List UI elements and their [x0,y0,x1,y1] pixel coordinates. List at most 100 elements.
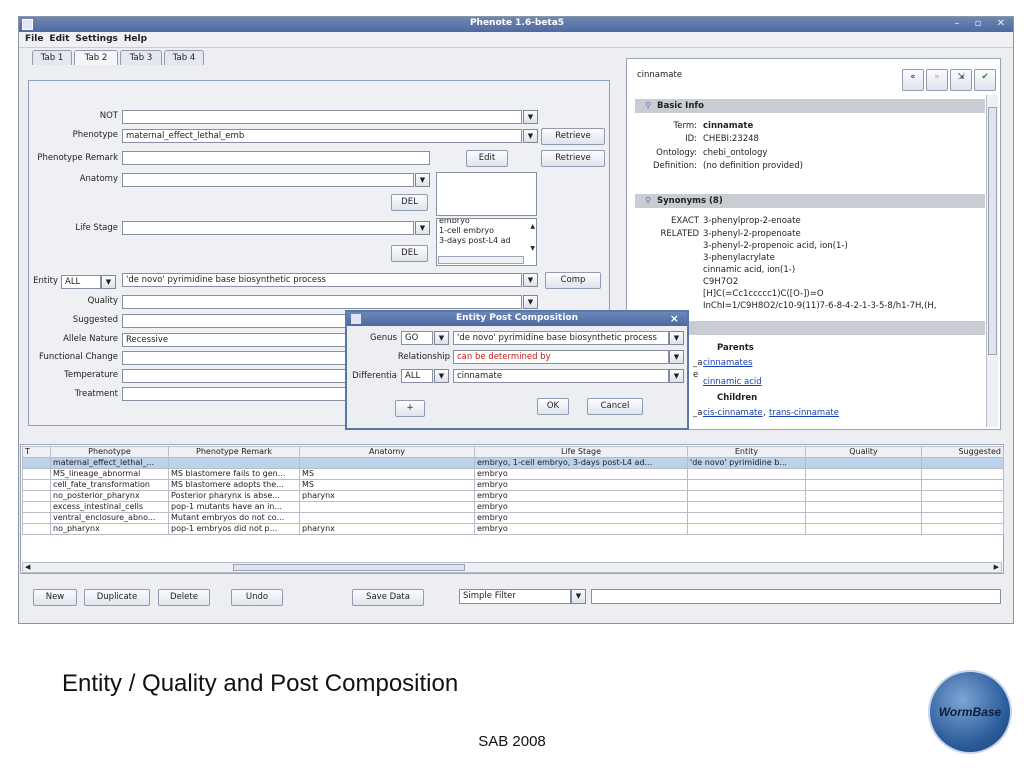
life-stage-scroll-down[interactable]: ▼ [530,244,535,254]
table-cell[interactable]: MS [299,479,475,491]
table-cell[interactable]: pop-1 mutants have an in... [168,501,300,513]
menu-edit[interactable]: Edit [49,34,69,44]
retrieve-button[interactable]: Retrieve [541,128,605,145]
table-cell[interactable] [921,457,1004,469]
life-stage-item[interactable]: 1-cell embryo [439,226,536,236]
table-cell[interactable] [921,468,1004,480]
life-stage-scroll-up[interactable]: ▲ [530,222,535,232]
genus-ontology-field[interactable]: GO [401,331,433,345]
table-row[interactable]: excess_intestinal_cells pop-1 mutants hav… [22,501,1004,513]
table-row[interactable]: cell_fate_transformation MS blastomere ad… [22,479,1004,491]
table-cell[interactable] [805,523,922,535]
table-cell[interactable]: embryo [474,523,688,535]
tab-2[interactable]: Tab 2 [74,50,118,65]
table-cell[interactable] [22,457,51,469]
table-cell[interactable] [921,512,1004,524]
table-cell[interactable]: no_pharynx [50,523,169,535]
table-cell[interactable]: embryo [474,512,688,524]
table-cell[interactable] [805,501,922,513]
table-row[interactable]: no_posterior_pharynx Posterior pharynx is… [22,490,1004,502]
ok-button[interactable]: OK [537,398,569,415]
close-icon[interactable]: × [670,312,679,325]
info-scrollbar[interactable] [986,95,998,427]
table-cell[interactable]: embryo [474,479,688,491]
table-cell[interactable] [22,501,51,513]
column-header[interactable]: Phenotype Remark [168,446,300,458]
entity-ontology-field[interactable]: ALL [61,275,101,289]
table-cell[interactable]: 'de novo' pyrimidine b... [687,457,806,469]
table-cell[interactable] [921,490,1004,502]
anatomy-del-button[interactable]: DEL [391,194,428,211]
differentia-field[interactable]: cinnamate [453,369,669,383]
table-cell[interactable] [687,501,806,513]
table-cell[interactable] [22,512,51,524]
new-button[interactable]: New [33,589,77,606]
basic-info-header[interactable]: ⚲ Basic Info [635,99,985,113]
back-button[interactable]: « [902,69,924,91]
table-cell[interactable]: embryo, 1-cell embryo, 3-days post-L4 ad… [474,457,688,469]
table-cell[interactable]: MS [299,468,475,480]
genus-field[interactable]: 'de novo' pyrimidine base biosynthetic p… [453,331,669,345]
table-cell[interactable] [921,523,1004,535]
table-cell[interactable] [22,490,51,502]
table-hscroll[interactable]: ◀ ▶ [22,562,1002,573]
anatomy-dropdown[interactable]: ▼ [415,173,430,187]
table-row[interactable]: ventral_enclosure_abno... Mutant embryos … [22,512,1004,524]
phenotype-field[interactable]: maternal_effect_lethal_emb [122,129,522,143]
duplicate-button[interactable]: Duplicate [84,589,150,606]
synonyms-header[interactable]: ⚲ Synonyms (8) [635,194,985,208]
filter-type-field[interactable]: Simple Filter [459,589,571,604]
table-row[interactable]: no_pharynx pop-1 embryos did not p... phar… [22,523,1004,535]
column-header[interactable]: Phenotype [50,446,169,458]
column-header[interactable]: Suggested [921,446,1004,458]
table-row[interactable]: maternal_effect_lethal_... embryo, 1-cell… [22,457,1004,469]
table-cell[interactable]: cell_fate_transformation [50,479,169,491]
table-cell[interactable] [299,501,475,513]
filter-type-dropdown[interactable]: ▼ [571,589,586,604]
quality-field[interactable] [122,295,522,309]
edit-button[interactable]: Edit [466,150,508,167]
treatment-field[interactable] [122,387,347,401]
cancel-button[interactable]: Cancel [587,398,643,415]
column-header[interactable]: T [22,446,51,458]
table-cell[interactable] [687,490,806,502]
entity-dropdown[interactable]: ▼ [523,273,538,287]
table-cell[interactable] [805,468,922,480]
delete-button[interactable]: Delete [158,589,210,606]
differentia-dropdown[interactable]: ▼ [669,369,684,383]
table-cell[interactable]: embryo [474,501,688,513]
table-cell[interactable]: Posterior pharynx is abse... [168,490,300,502]
use-term-icon[interactable]: ⇲ [950,69,972,91]
table-cell[interactable]: MS_lineage_abnormal [50,468,169,480]
table-cell[interactable] [22,479,51,491]
table-cell[interactable]: excess_intestinal_cells [50,501,169,513]
anatomy-field[interactable] [122,173,414,187]
phenotype-remark-field[interactable] [122,151,430,165]
entity-ontology-dropdown[interactable]: ▼ [101,275,116,289]
table-cell[interactable] [805,512,922,524]
functional-change-field[interactable] [122,351,347,365]
table-cell[interactable] [299,512,475,524]
forward-button[interactable]: » [926,69,948,91]
phenotype-dropdown[interactable]: ▼ [523,129,538,143]
menu-settings[interactable]: Settings [75,34,117,44]
quality-dropdown[interactable]: ▼ [523,295,538,309]
temperature-field[interactable] [122,369,347,383]
entity-field[interactable]: 'de novo' pyrimidine base biosynthetic p… [122,273,522,287]
menu-help[interactable]: Help [124,34,147,44]
scroll-left-arrow[interactable]: ◀ [25,563,30,571]
save-data-button[interactable]: Save Data [352,589,424,606]
table-row[interactable]: MS_lineage_abnormal MS blastomere fails t… [22,468,1004,480]
table-cell[interactable] [805,490,922,502]
scroll-thumb[interactable] [233,564,465,571]
tab-3[interactable]: Tab 3 [120,50,162,65]
table-cell[interactable]: Mutant embryos do not co... [168,512,300,524]
table-cell[interactable] [299,457,475,469]
scroll-thumb[interactable] [988,107,997,355]
term-search-field[interactable]: cinnamate [637,70,682,80]
life-stage-del-button[interactable]: DEL [391,245,428,262]
column-header[interactable]: Anatomy [299,446,475,458]
relationship-dropdown[interactable]: ▼ [669,350,684,364]
table-cell[interactable] [805,457,922,469]
menu-file[interactable]: File [25,34,43,44]
